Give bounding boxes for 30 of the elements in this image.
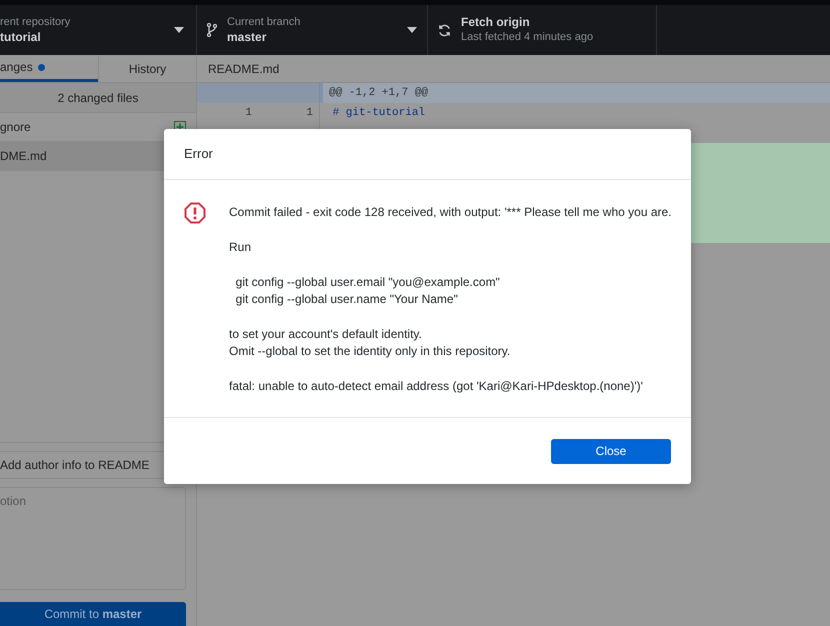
error-message-line: to set your account's default identity. (229, 326, 423, 343)
repository-label: rent repository (0, 15, 72, 30)
file-name: gnore (0, 119, 32, 136)
error-message-line: Run (229, 239, 252, 256)
caret-icon (407, 27, 417, 33)
error-message-line: git config --global user.name "Your Name" (234, 291, 459, 308)
fetch-button[interactable]: Fetch origin Last fetched 4 minutes ago (428, 5, 657, 55)
error-message-line: fatal: unable to auto-detect email address (got 'Kari@Kari-HPdesktop.(none)')' (229, 378, 644, 395)
error-message-line: Omit --global to set the identity only in this repository. (229, 343, 512, 360)
file-name: DME.md (0, 148, 48, 165)
line-number: 1 (258, 103, 320, 123)
caret-icon (174, 27, 184, 33)
hunk-header: @@ -1,2 +1,7 @@ (320, 83, 830, 103)
error-message-line: git config --global user.email "you@example.com" (234, 274, 501, 291)
branch-label: Current branch (227, 15, 302, 30)
fetch-subtitle: Last fetched 4 minutes ago (461, 30, 594, 45)
fetch-title: Fetch origin (461, 15, 531, 30)
changed-files-header: 2 changed files (0, 83, 196, 113)
branch-name: master (227, 30, 268, 45)
branch-icon (207, 23, 217, 37)
line-number: 1 (244, 106, 253, 121)
close-button[interactable]: Close (551, 438, 671, 464)
sync-icon (438, 24, 451, 36)
branch-dropdown[interactable]: Current branch master (197, 5, 428, 55)
code-line: # git-tutorial (332, 106, 426, 121)
error-message-line: Commit failed - exit code 128 received, with output: '*** Please tell me who you are. (229, 204, 672, 221)
commit-button[interactable]: Commit to master (0, 602, 186, 626)
repository-name: tutorial (0, 30, 42, 45)
error-icon (184, 202, 206, 224)
tab[interactable]: History (98, 55, 196, 82)
